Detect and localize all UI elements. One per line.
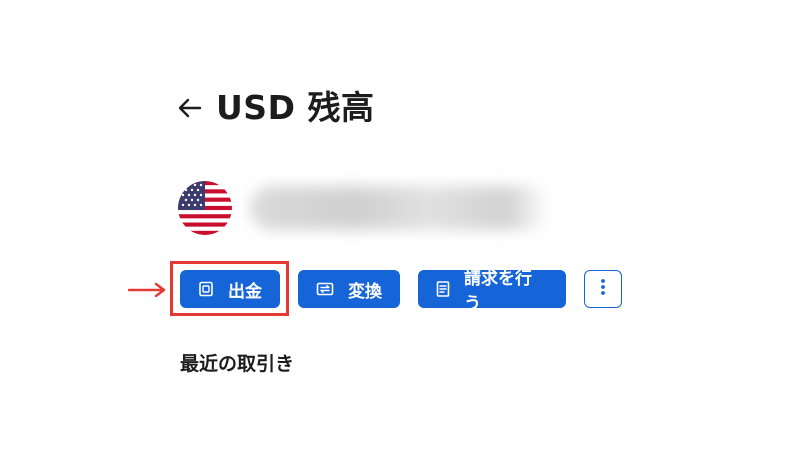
arrow-left-icon[interactable] bbox=[178, 96, 204, 120]
document-icon bbox=[436, 281, 450, 297]
pointer-arrow-icon bbox=[128, 282, 166, 298]
page-header: USD 残高 bbox=[178, 86, 374, 130]
exchange-label: 変換 bbox=[348, 281, 382, 302]
request-payment-label: 請求を行う bbox=[464, 269, 532, 314]
page-title: USD 残高 bbox=[216, 88, 375, 127]
more-vertical-icon bbox=[600, 278, 606, 300]
exchange-button[interactable]: 変換 bbox=[298, 270, 400, 308]
more-options-button[interactable] bbox=[584, 270, 622, 308]
exchange-icon bbox=[316, 281, 334, 297]
withdraw-highlight-box bbox=[170, 261, 289, 316]
recent-transactions-title: 最近の取引き bbox=[180, 353, 295, 375]
usd-balance-page: USD 残高 出金 変換 請求を行う 最近の取引き bbox=[0, 0, 812, 457]
balance-row bbox=[178, 180, 550, 236]
us-flag-icon bbox=[178, 181, 232, 235]
obscured-balance-amount bbox=[250, 186, 550, 230]
request-payment-button[interactable]: 請求を行う bbox=[418, 269, 566, 314]
